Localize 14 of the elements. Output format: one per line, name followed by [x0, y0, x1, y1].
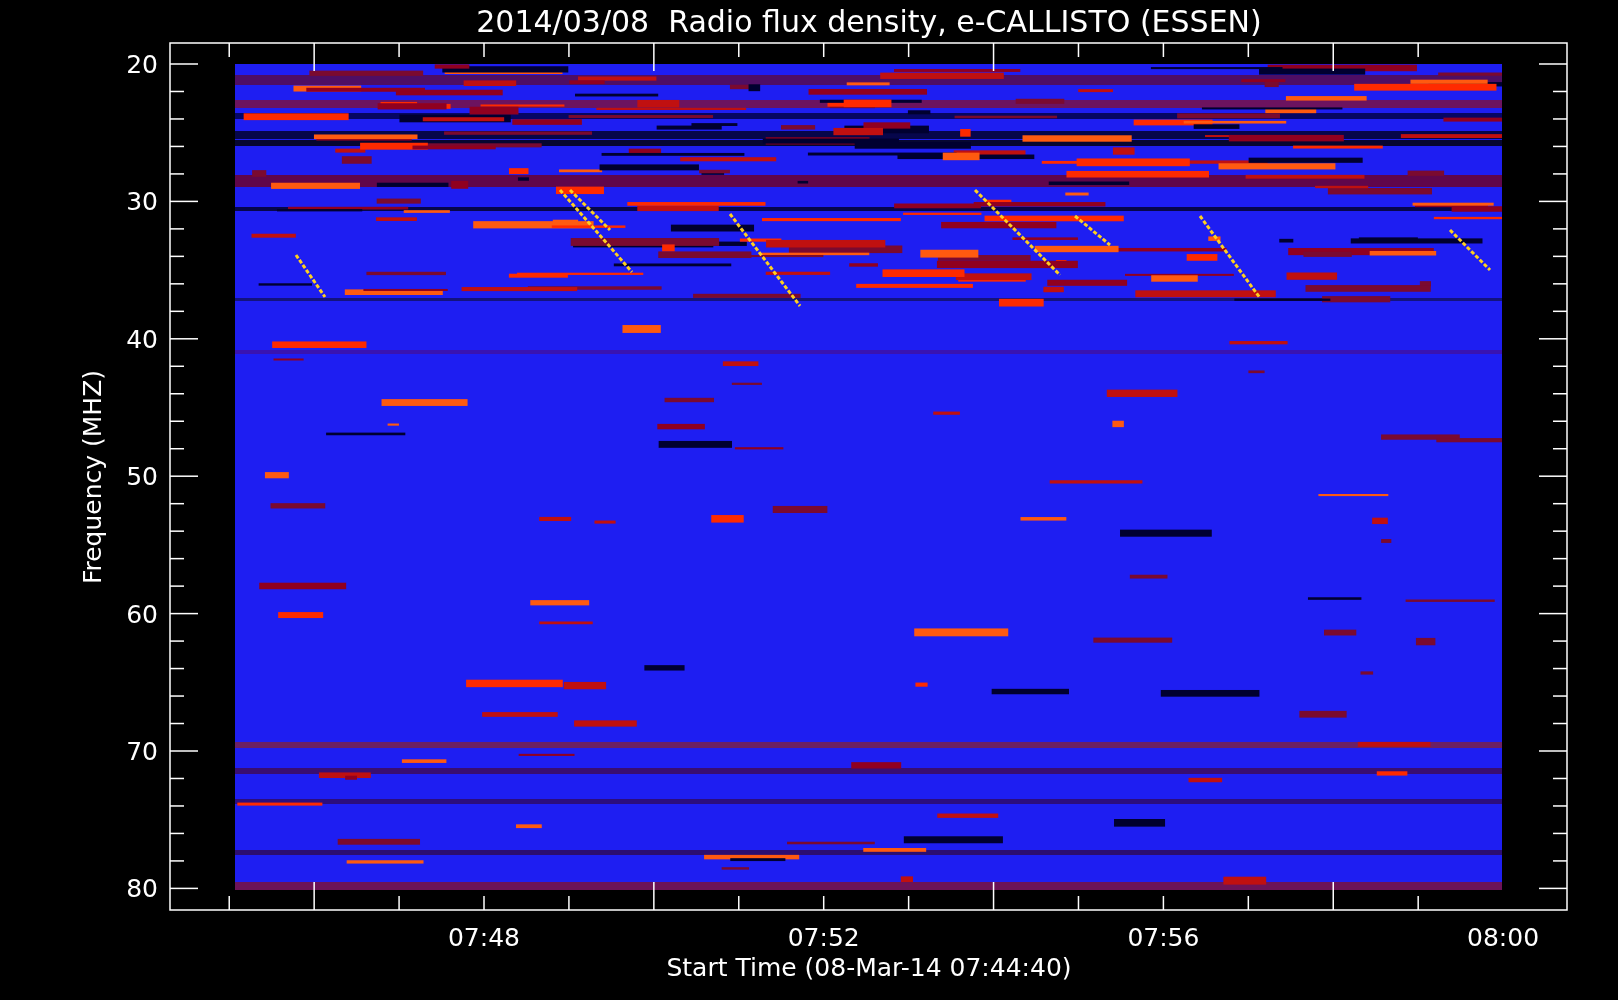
y-tick-label: 40: [126, 324, 158, 354]
x-tick-label: 07:48: [448, 923, 520, 952]
x-tick-label: 08:00: [1467, 923, 1540, 952]
y-tick-label: 60: [126, 599, 158, 629]
y-tick-label: 30: [126, 187, 158, 217]
y-tick-label: 70: [126, 737, 158, 766]
x-tick-label: 07:56: [1127, 923, 1200, 952]
y-tick-label: 20: [126, 50, 158, 79]
y-tick-label: 80: [126, 874, 158, 904]
y-axis-label: Frequency (MHZ): [78, 369, 107, 585]
y-tick-label: 50: [126, 462, 158, 492]
x-tick-label: 07:52: [787, 923, 860, 952]
chart-title: 2014/03/08 Radio flux density, e-CALLISTO (ESSEN): [476, 4, 1262, 39]
x-axis-label: Start Time (08-Mar-14 07:44:40): [666, 953, 1072, 982]
